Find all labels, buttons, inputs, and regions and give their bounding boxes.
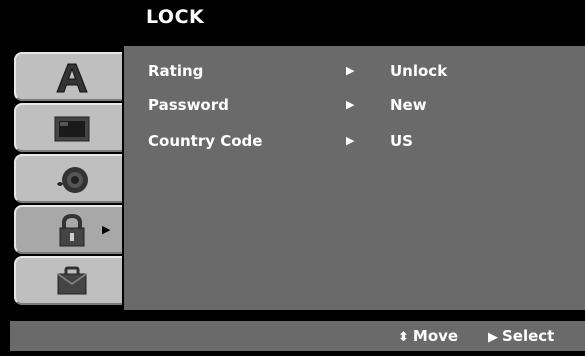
up-down-arrows-icon: ⬍ bbox=[398, 330, 409, 345]
tab-audio[interactable] bbox=[14, 154, 122, 203]
rating-value: Unlock bbox=[390, 62, 448, 80]
menu-row-rating[interactable]: Rating ▶ Unlock bbox=[124, 62, 585, 86]
menu-row-country-code[interactable]: Country Code ▶ US bbox=[124, 132, 585, 156]
country-code-label: Country Code bbox=[148, 132, 263, 150]
rating-label: Rating bbox=[148, 62, 204, 80]
play-arrow-icon: ▶ bbox=[346, 134, 355, 147]
tab-lock[interactable]: ▶ bbox=[14, 205, 122, 254]
move-label: Move bbox=[412, 327, 459, 345]
country-code-value: US bbox=[390, 132, 413, 150]
tab-others[interactable] bbox=[14, 256, 122, 305]
right-arrow-icon: ▶ bbox=[488, 330, 498, 345]
tv-screen-icon bbox=[52, 112, 92, 146]
selected-arrow-icon: ▶ bbox=[102, 223, 111, 236]
select-hint: ▶ Select bbox=[488, 327, 554, 345]
select-label: Select bbox=[502, 327, 555, 345]
padlock-icon bbox=[52, 214, 92, 248]
tab-display[interactable] bbox=[14, 103, 122, 152]
play-arrow-icon: ▶ bbox=[346, 98, 355, 111]
letter-a-icon bbox=[52, 61, 92, 95]
tab-general[interactable] bbox=[14, 52, 122, 101]
settings-panel: Rating ▶ Unlock Password ▶ New Country C… bbox=[124, 46, 585, 310]
password-value: New bbox=[390, 96, 427, 114]
menu-row-password[interactable]: Password ▶ New bbox=[124, 96, 585, 120]
move-hint: ⬍ Move bbox=[398, 327, 458, 345]
play-arrow-icon: ▶ bbox=[346, 64, 355, 77]
briefcase-icon bbox=[52, 265, 92, 299]
speaker-icon bbox=[52, 163, 92, 197]
page-title: LOCK bbox=[146, 6, 205, 28]
footer-hints: ⬍ Move ▶ Select bbox=[10, 321, 585, 351]
password-label: Password bbox=[148, 96, 229, 114]
sidebar: ▶ bbox=[10, 46, 122, 312]
